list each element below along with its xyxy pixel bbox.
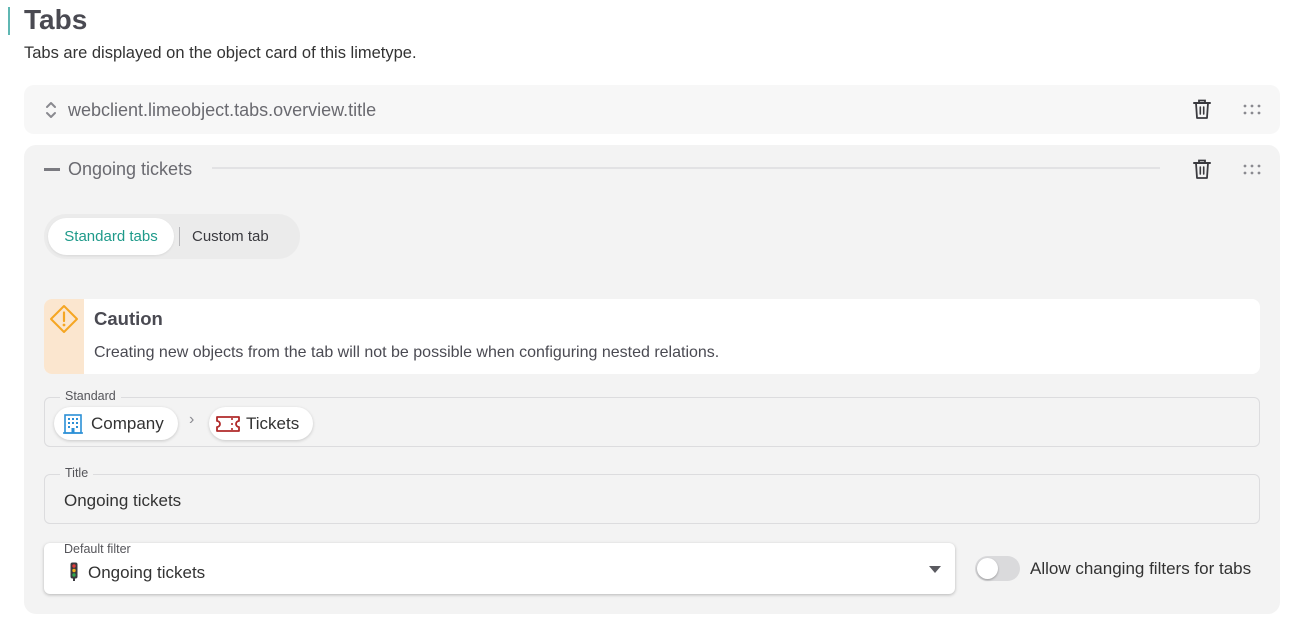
tab-custom-tab[interactable]: Custom tab [192, 218, 292, 255]
default-filter-value: Ongoing tickets [88, 563, 206, 582]
divider [212, 167, 1160, 169]
warning-diamond-icon [49, 304, 79, 334]
standard-field: Standard Company › Tickets [44, 389, 1260, 447]
path-chip-tickets[interactable]: Tickets [209, 407, 313, 440]
title-field-label: Title [60, 466, 94, 480]
ticket-icon [215, 413, 241, 435]
chevron-up-down-icon[interactable] [44, 99, 58, 121]
caret-down-icon[interactable] [929, 566, 941, 573]
tab-item-overview[interactable]: webclient.limeobject.tabs.overview.title [24, 85, 1280, 134]
path-chip-label: Tickets [246, 414, 300, 433]
page-description: Tabs are displayed on the object card of… [24, 44, 417, 62]
title-field-value[interactable]: Ongoing tickets [64, 491, 181, 511]
tab-type-segmented-control: Standard tabs Custom tab [44, 214, 300, 259]
title-field[interactable]: Title Ongoing tickets [44, 466, 1260, 524]
default-filter-select[interactable]: Default filter Ongoing tickets [44, 542, 955, 594]
caution-text: Creating new objects from the tab will n… [94, 344, 720, 361]
path-chip-company[interactable]: Company [54, 407, 178, 440]
standard-field-label: Standard [60, 389, 121, 403]
trash-icon[interactable] [1192, 158, 1212, 180]
caution-callout: Caution Creating new objects from the ta… [44, 299, 1260, 374]
path-chip-label: Company [91, 414, 164, 433]
allow-changing-filters-toggle[interactable] [975, 556, 1020, 581]
tab-standard-tabs[interactable]: Standard tabs [48, 218, 174, 255]
drag-handle-icon[interactable] [1242, 103, 1262, 115]
header-accent-bar [8, 7, 10, 35]
allow-changing-filters-label: Allow changing filters for tabs [1030, 559, 1252, 578]
caution-title: Caution [94, 308, 163, 329]
minus-icon[interactable] [44, 168, 60, 171]
segment-divider [179, 227, 180, 246]
tab-item-title: webclient.limeobject.tabs.overview.title [68, 100, 377, 120]
drag-handle-icon[interactable] [1242, 163, 1262, 175]
trash-icon[interactable] [1192, 98, 1212, 120]
tab-item-ongoing-tickets: Ongoing tickets Standard tabs Custom tab [24, 145, 1280, 614]
tab-item-title: Ongoing tickets [68, 159, 193, 179]
toggle-knob [977, 558, 998, 579]
default-filter-label: Default filter [64, 542, 131, 556]
breadcrumb-separator: › [189, 411, 195, 428]
page-title: Tabs [24, 4, 88, 35]
building-icon [62, 413, 84, 435]
traffic-light-icon [70, 562, 78, 581]
